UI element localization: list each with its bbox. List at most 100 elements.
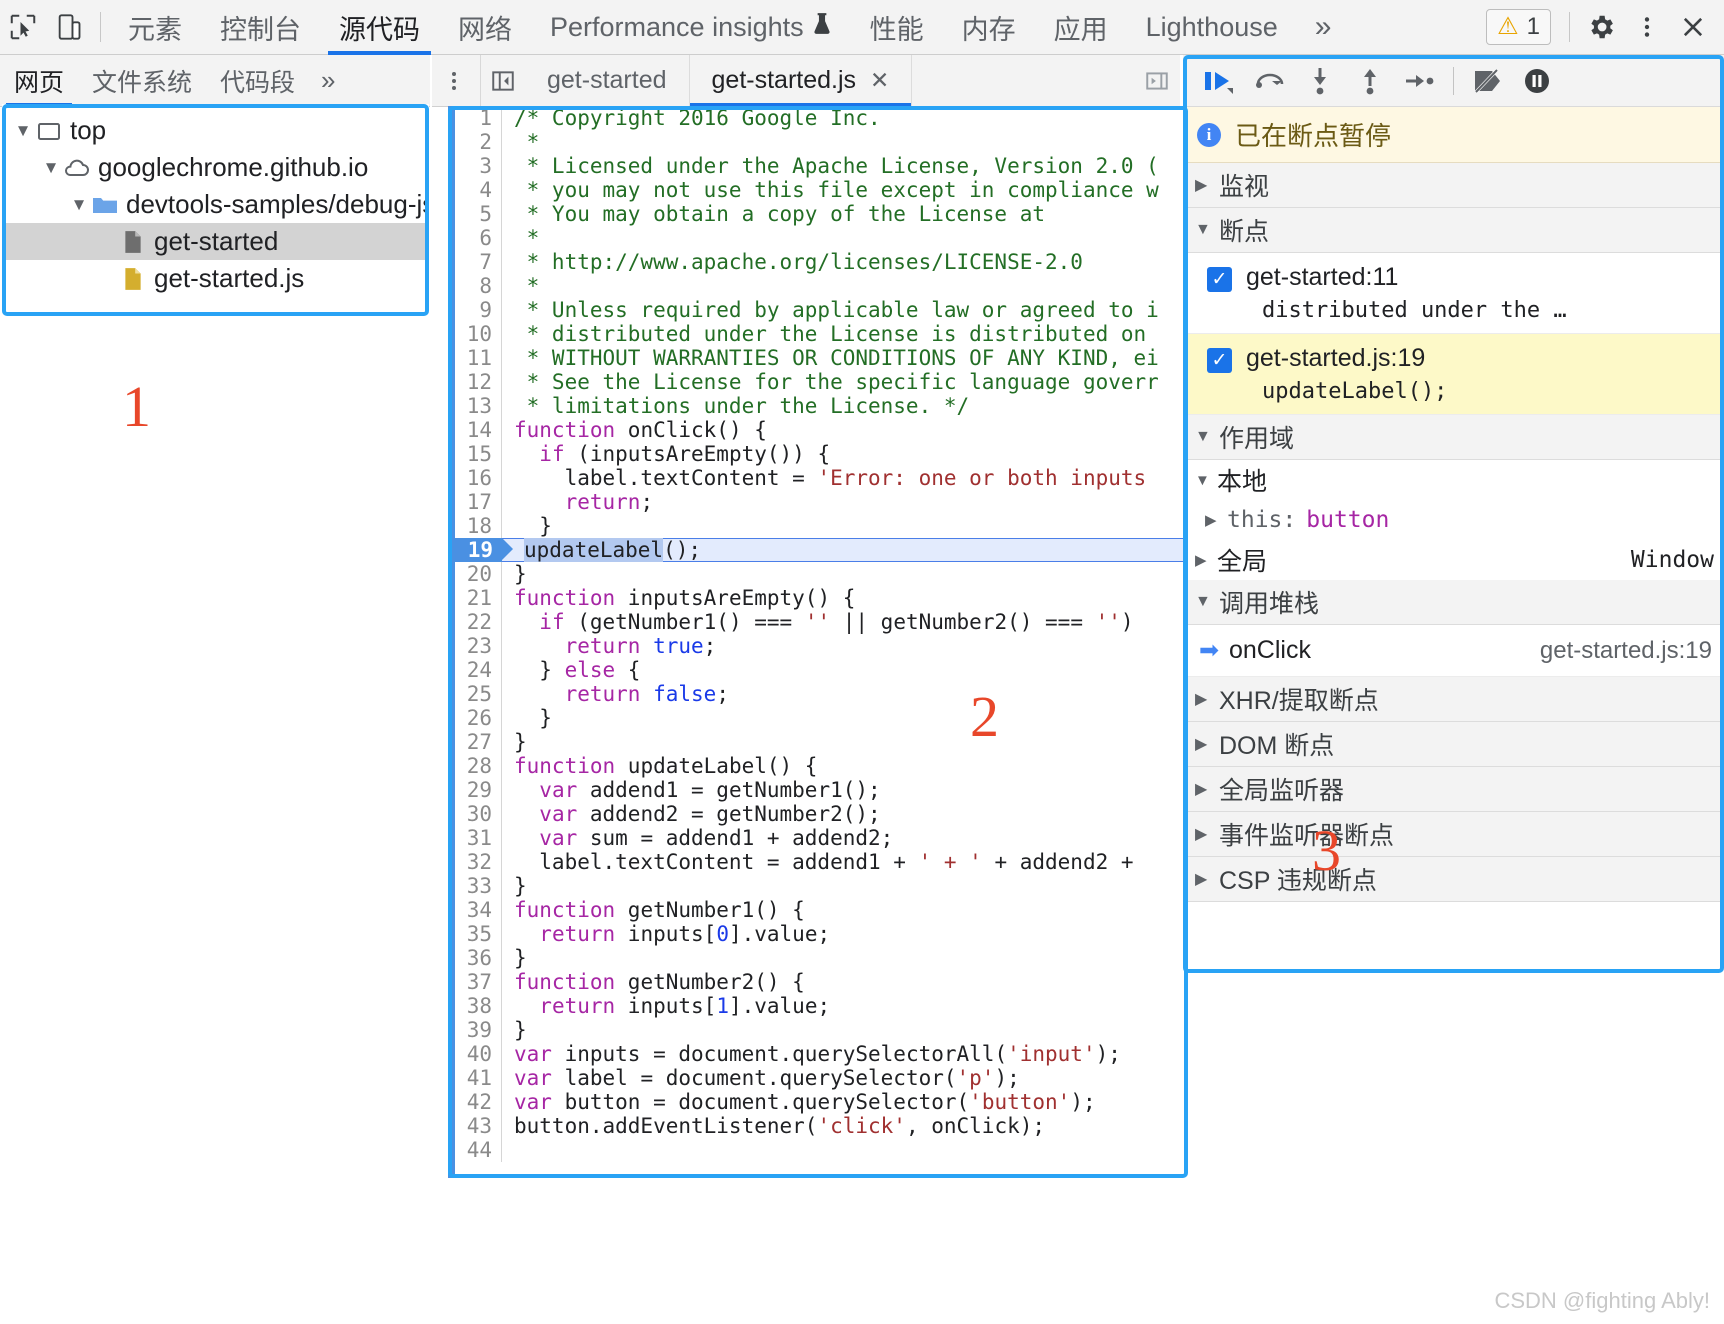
code-line[interactable]: 42 var button = document.querySelector('b… xyxy=(448,1090,1188,1114)
line-number[interactable]: 20 xyxy=(448,562,502,586)
code-line[interactable]: 34 function getNumber1() { xyxy=(448,898,1188,922)
line-number[interactable]: 10 xyxy=(448,322,502,346)
code-line[interactable]: 1 /* Copyright 2016 Google Inc. xyxy=(448,106,1188,130)
warning-count-badge[interactable]: ⚠ 1 xyxy=(1486,9,1551,45)
navigator-tab-page[interactable]: 网页 xyxy=(0,55,78,107)
chevron-right-icon[interactable]: ▶ xyxy=(1195,551,1217,569)
line-number[interactable]: 27 xyxy=(448,730,502,754)
line-number[interactable]: 5 xyxy=(448,202,502,226)
code-line[interactable]: 27} xyxy=(448,730,1188,754)
code-line[interactable]: 41 var label = document.querySelector('p'… xyxy=(448,1066,1188,1090)
tab-elements[interactable]: 元素 xyxy=(109,0,201,55)
line-number[interactable]: 30 xyxy=(448,802,502,826)
tab-performance-insights[interactable]: Performance insights xyxy=(531,0,851,55)
code-line[interactable]: 29 var addend1 = getNumber1(); xyxy=(448,778,1188,802)
callstack-frame[interactable]: ➡ onClick get-started.js:19 xyxy=(1183,625,1724,677)
section-event-listener-breakpoints[interactable]: ▶ 事件监听器断点 xyxy=(1183,812,1724,857)
breakpoint-item[interactable]: ✓ get-started:11 distributed under the … xyxy=(1183,253,1724,334)
code-line[interactable]: 38 return inputs[1].value; xyxy=(448,994,1188,1018)
code-line[interactable]: 22 if (getNumber1() === '' || getNumber2… xyxy=(448,610,1188,634)
chevron-right-icon[interactable]: ▶ xyxy=(1205,511,1227,529)
gear-icon[interactable] xyxy=(1578,4,1624,50)
code-line[interactable]: 43 button.addEventListener('click', onCli… xyxy=(448,1114,1188,1138)
code-line[interactable]: 24 } else { xyxy=(448,658,1188,682)
inspect-element-icon[interactable] xyxy=(0,4,46,50)
code-line[interactable]: 39} xyxy=(448,1018,1188,1042)
section-scope[interactable]: ▼ 作用域 xyxy=(1183,415,1724,460)
code-line[interactable]: 37 function getNumber2() { xyxy=(448,970,1188,994)
tree-item-get-started[interactable]: ▼ get-started xyxy=(2,223,429,260)
code-line[interactable]: 12 * See the License for the specific la… xyxy=(448,370,1188,394)
section-xhr-breakpoints[interactable]: ▶ XHR/提取断点 xyxy=(1183,677,1724,722)
scope-global-group[interactable]: ▶ 全局 Window xyxy=(1183,540,1724,580)
line-number[interactable]: 39 xyxy=(448,1018,502,1042)
line-number[interactable]: 38 xyxy=(448,994,502,1018)
code-line[interactable]: 26 } xyxy=(448,706,1188,730)
line-number[interactable]: 43 xyxy=(448,1114,502,1138)
more-panels-chevron-icon[interactable]: » xyxy=(1297,10,1350,44)
line-number[interactable]: 1 xyxy=(448,106,502,130)
line-number[interactable]: 15 xyxy=(448,442,502,466)
line-number[interactable]: 28 xyxy=(448,754,502,778)
breakpoint-checkbox[interactable]: ✓ xyxy=(1207,267,1232,292)
expand-arrow-icon[interactable]: ▼ xyxy=(40,158,62,178)
section-dom-breakpoints[interactable]: ▶ DOM 断点 xyxy=(1183,722,1724,767)
line-number[interactable]: 34 xyxy=(448,898,502,922)
code-line[interactable]: 6 * xyxy=(448,226,1188,250)
step-button[interactable] xyxy=(1395,55,1445,107)
scope-local-group[interactable]: ▼ 本地 xyxy=(1183,460,1724,500)
code-editor[interactable]: 1/* Copyright 2016 Google Inc. 2 * 3 * Lic… xyxy=(448,106,1188,1178)
line-number[interactable]: 7 xyxy=(448,250,502,274)
pause-on-exceptions-button[interactable] xyxy=(1512,55,1562,107)
code-line[interactable]: 25 return false; xyxy=(448,682,1188,706)
line-number[interactable]: 40 xyxy=(448,1042,502,1066)
code-line[interactable]: 21 function inputsAreEmpty() { xyxy=(448,586,1188,610)
code-line[interactable]: 17 return; xyxy=(448,490,1188,514)
tab-sources[interactable]: 源代码 xyxy=(320,0,439,55)
line-number[interactable]: 14 xyxy=(448,418,502,442)
code-line[interactable]: 4 * you may not use this file except in … xyxy=(448,178,1188,202)
chevron-down-icon[interactable]: ▼ xyxy=(1195,472,1217,489)
code-line[interactable]: 20} xyxy=(448,562,1188,586)
line-number[interactable]: 18 xyxy=(448,514,502,538)
code-line[interactable]: 28 function updateLabel() { xyxy=(448,754,1188,778)
navigator-tab-snippets[interactable]: 代码段 xyxy=(206,55,309,107)
resume-button[interactable] xyxy=(1195,55,1245,107)
close-tab-icon[interactable]: ✕ xyxy=(870,67,889,94)
line-number[interactable]: 37 xyxy=(448,970,502,994)
editor-tab-get-started[interactable]: get-started xyxy=(525,54,690,107)
code-line[interactable]: 13 * limitations under the License. */ xyxy=(448,394,1188,418)
line-number[interactable]: 4 xyxy=(448,178,502,202)
code-line[interactable]: 2 * xyxy=(448,130,1188,154)
tab-memory[interactable]: 内存 xyxy=(943,0,1035,55)
code-line[interactable]: 19 updateLabel(); xyxy=(448,538,1188,562)
navigator-file-tree[interactable]: ▼ top ▼ googlechrome.github.io ▼ devtool… xyxy=(2,104,429,316)
code-line[interactable]: 30 var addend2 = getNumber2(); xyxy=(448,802,1188,826)
breakpoint-item-hit[interactable]: ✓ get-started.js:19 updateLabel(); xyxy=(1183,334,1724,415)
code-lines[interactable]: 1/* Copyright 2016 Google Inc. 2 * 3 * Lic… xyxy=(448,106,1188,1162)
tree-item-get-started-js[interactable]: ▼ get-started.js xyxy=(2,260,429,297)
section-breakpoints[interactable]: ▼ 断点 xyxy=(1183,208,1724,253)
code-line[interactable]: 18 } xyxy=(448,514,1188,538)
line-number[interactable]: 25 xyxy=(448,682,502,706)
line-number[interactable]: 44 xyxy=(448,1138,502,1162)
expand-arrow-icon[interactable]: ▼ xyxy=(68,195,90,215)
line-number[interactable]: 36 xyxy=(448,946,502,970)
line-number[interactable]: 12 xyxy=(448,370,502,394)
navigator-tab-filesystem[interactable]: 文件系统 xyxy=(78,55,206,107)
step-into-button[interactable] xyxy=(1295,55,1345,107)
line-number[interactable]: 9 xyxy=(448,298,502,322)
code-line[interactable]: 7 * http://www.apache.org/licenses/LICEN… xyxy=(448,250,1188,274)
close-icon[interactable] xyxy=(1670,4,1716,50)
deactivate-breakpoints-button[interactable] xyxy=(1462,55,1512,107)
tab-console[interactable]: 控制台 xyxy=(201,0,320,55)
code-line[interactable]: 11 * WITHOUT WARRANTIES OR CONDITIONS OF… xyxy=(448,346,1188,370)
breakpoint-checkbox[interactable]: ✓ xyxy=(1207,348,1232,373)
code-line[interactable]: 8 * xyxy=(448,274,1188,298)
line-number[interactable]: 42 xyxy=(448,1090,502,1114)
line-number[interactable]: 13 xyxy=(448,394,502,418)
editor-more-options-icon[interactable] xyxy=(432,68,476,94)
section-csp-violation-breakpoints[interactable]: ▶ CSP 违规断点 xyxy=(1183,857,1724,902)
tree-item-domain[interactable]: ▼ googlechrome.github.io xyxy=(2,149,429,186)
line-number[interactable]: 11 xyxy=(448,346,502,370)
